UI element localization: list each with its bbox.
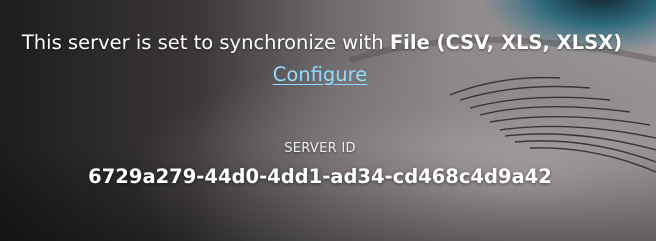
content-overlay: This server is set to synchronize with F… <box>0 0 656 241</box>
server-sync-panel: This server is set to synchronize with F… <box>0 0 656 241</box>
server-id-label: SERVER ID <box>284 141 356 156</box>
sync-prefix: This server is set to synchronize with <box>21 31 390 54</box>
sync-status-text: This server is set to synchronize with F… <box>0 29 644 57</box>
server-id-value: 6729a279-44d0-4dd1-ad34-cd468c4d9a42 <box>88 165 552 188</box>
sync-source: File (CSV, XLS, XLSX) <box>389 31 623 54</box>
configure-link[interactable]: Configure <box>0 61 640 89</box>
